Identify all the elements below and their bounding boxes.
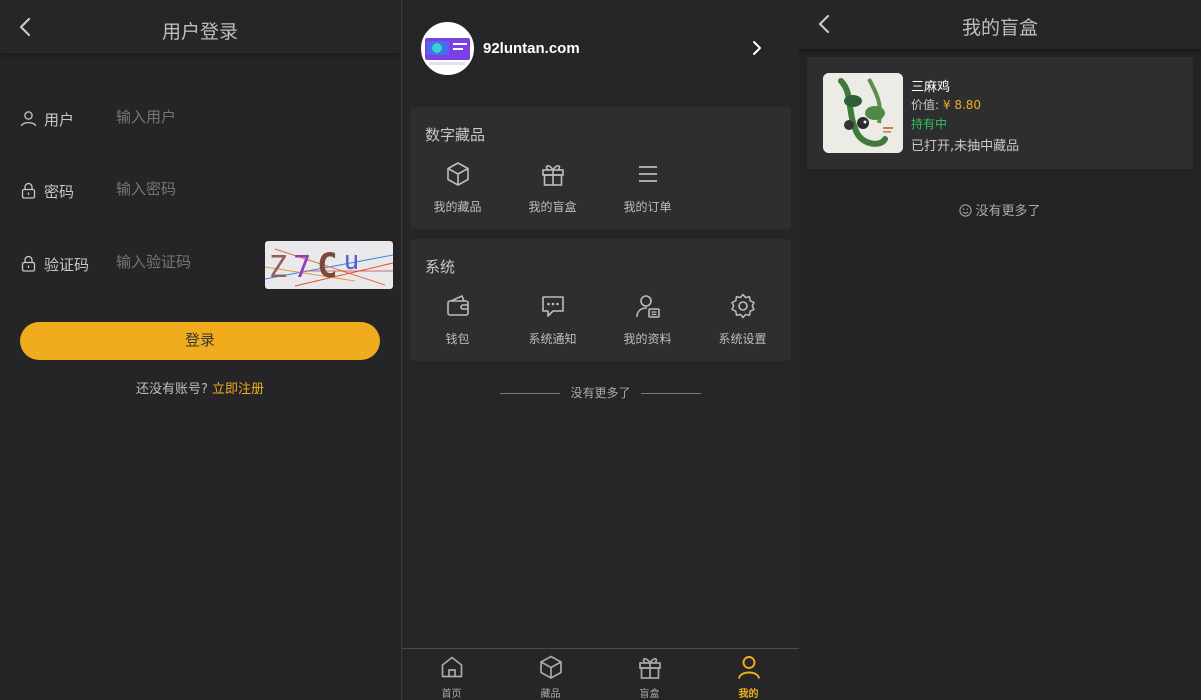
no-more-footer: 没有更多了 <box>799 200 1201 219</box>
login-header: 用户登录 <box>0 0 400 54</box>
tab-blindbox-label: 盲盒 <box>639 689 660 700</box>
lock-icon <box>21 182 36 199</box>
captcha-row: 验证码 Z7Cu <box>20 241 393 289</box>
captcha-image[interactable]: Z7Cu <box>265 241 393 289</box>
status-badge: 持有中 <box>911 117 948 131</box>
login-screen: 用户登录 用户 密码 验证码 <box>0 0 400 700</box>
my-profile-item[interactable]: 我的资料 <box>600 289 695 349</box>
cube-icon <box>446 162 469 186</box>
my-profile-label: 我的资料 <box>623 332 672 346</box>
blindbox-note: 已打开,未抽中藏品 <box>911 139 1020 154</box>
username-label: 用户 <box>44 111 75 129</box>
captcha-label: 验证码 <box>44 256 90 274</box>
system-title: 系统 <box>425 258 456 276</box>
settings-label: 系统设置 <box>718 332 767 346</box>
my-collections-label: 我的藏品 <box>433 200 482 214</box>
tab-collections-label: 藏品 <box>540 689 561 700</box>
message-icon <box>541 296 564 317</box>
gift-icon <box>638 658 661 679</box>
tab-collections[interactable]: 藏品 <box>501 649 600 700</box>
user-icon <box>20 111 37 127</box>
no-more-text: 没有更多了 <box>570 386 631 400</box>
my-orders-item[interactable]: 我的订单 <box>600 157 695 217</box>
no-more-text: 没有更多了 <box>975 204 1041 219</box>
cube-icon <box>539 655 562 679</box>
divider-line <box>640 393 701 394</box>
blindbox-card[interactable]: 三麻鸡 价值: ¥ 8.80 持有中 已打开,未抽中藏品 <box>807 57 1193 169</box>
password-label: 密码 <box>44 183 75 201</box>
blindbox-value-label: 价值: <box>911 98 940 112</box>
my-blindbox-label: 我的盲盒 <box>528 200 577 214</box>
user-icon <box>737 656 760 679</box>
system-grid: 钱包 系统通知 我的资料 系统设置 <box>410 289 791 349</box>
captcha-glyph-2: 7 <box>293 250 317 285</box>
tab-mine[interactable]: 我的 <box>699 649 798 700</box>
register-link[interactable]: 立即注册 <box>212 382 264 397</box>
blindbox-thumbnail <box>823 73 903 153</box>
profile-header[interactable]: 92luntan.com <box>421 22 779 76</box>
tab-blindbox[interactable]: 盲盒 <box>600 649 699 700</box>
blindbox-header: 我的盲盒 <box>799 0 1201 49</box>
password-input[interactable] <box>116 181 315 198</box>
username-input[interactable] <box>116 109 315 126</box>
register-prompt: 还没有账号? 立即注册 <box>0 378 400 397</box>
register-prompt-text: 还没有账号? <box>135 382 208 397</box>
tab-mine-label: 我的 <box>738 689 759 700</box>
tab-home[interactable]: 首页 <box>402 649 501 700</box>
gear-icon <box>730 293 755 319</box>
notifications-label: 系统通知 <box>528 332 577 346</box>
chevron-right-icon[interactable] <box>749 40 765 56</box>
username-row: 用户 <box>20 100 392 140</box>
captcha-glyph-4: u <box>344 246 366 276</box>
page-title: 用户登录 <box>161 21 238 43</box>
wallet-label: 钱包 <box>445 332 470 346</box>
collections-card: 数字藏品 我的藏品 我的盲盒 我的订单 <box>410 107 791 229</box>
my-blindbox-item[interactable]: 我的盲盒 <box>505 157 600 217</box>
profile-icon <box>635 295 660 318</box>
captcha-glyph-3: C <box>317 246 343 286</box>
captcha-glyph-1: Z <box>269 250 293 285</box>
mine-screen: 92luntan.com 数字藏品 我的藏品 我的盲盒 我的订单 系统 钱包 系… <box>401 0 799 700</box>
notifications-item[interactable]: 系统通知 <box>505 289 600 349</box>
no-more-divider: 没有更多了 <box>402 384 799 401</box>
list-icon <box>638 166 657 182</box>
wallet-item[interactable]: 钱包 <box>410 289 505 349</box>
collections-grid: 我的藏品 我的盲盒 我的订单 <box>410 157 791 217</box>
tab-home-label: 首页 <box>441 689 462 700</box>
collections-title: 数字藏品 <box>425 126 486 144</box>
password-row: 密码 <box>20 172 392 212</box>
system-card: 系统 钱包 系统通知 我的资料 系统设置 <box>410 239 791 361</box>
gift-icon <box>541 165 564 186</box>
settings-item[interactable]: 系统设置 <box>695 289 790 349</box>
blindbox-price: ¥ 8.80 <box>942 98 982 112</box>
bottom-tab-bar: 首页 藏品 盲盒 我的 <box>402 648 799 700</box>
wallet-icon <box>446 295 469 316</box>
blindbox-name: 三麻鸡 <box>911 80 951 95</box>
home-icon <box>441 656 462 678</box>
page-title: 我的盲盒 <box>961 17 1038 39</box>
lock-icon <box>21 255 36 272</box>
blindbox-value: 价值: ¥ 8.80 <box>911 96 981 113</box>
my-collections-item[interactable]: 我的藏品 <box>410 157 505 217</box>
divider-line <box>500 393 561 394</box>
my-orders-label: 我的订单 <box>623 200 672 214</box>
login-button[interactable]: 登录 <box>20 322 380 360</box>
site-name: 92luntan.com <box>483 40 580 57</box>
avatar[interactable] <box>421 22 474 75</box>
blindbox-screen: 我的盲盒 三麻鸡 价值: ¥ 8.80 持有中 已打开,未抽中藏品 没有更多了 <box>799 0 1201 700</box>
smile-icon <box>959 204 973 217</box>
